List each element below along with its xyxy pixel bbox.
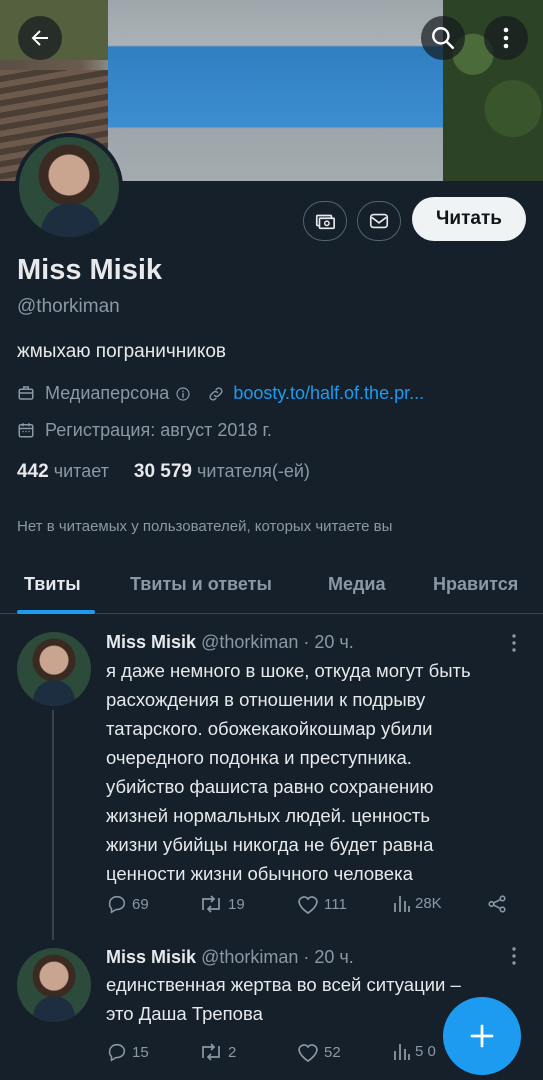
profile-category: Медиаперсона (45, 383, 170, 403)
tab-media[interactable]: Медиа (328, 574, 386, 595)
followers-count: 30 579 (133, 461, 193, 482)
tweet-header: Miss Misik @thorkiman · 20 ч. (106, 947, 354, 968)
thread-line (52, 710, 54, 940)
heart-icon (298, 1044, 318, 1063)
tweet-avatar[interactable] (17, 948, 91, 1022)
follow-button[interactable]: Читать (412, 197, 526, 241)
bar-chart-icon (394, 1044, 410, 1060)
followers-stat[interactable]: 30 579 читателя(-ей) (133, 461, 310, 482)
reply-button[interactable]: 69 (106, 893, 149, 915)
followed-by-text: Нет в читаемых у пользователей, которых … (17, 518, 393, 535)
tweet-line: очередного подонка и преступника. (106, 747, 412, 768)
bar-chart-icon (394, 896, 410, 912)
profile-meta-row: Медиаперсона boosty.to/half.of.the.pr... (17, 383, 424, 404)
tweet-meta: @thorkiman · 20 ч. (201, 632, 354, 652)
following-count: 442 (17, 461, 49, 482)
reply-button[interactable]: 15 (106, 1041, 149, 1063)
followers-label: читателя(-ей) (197, 461, 310, 481)
tweet-line: я даже немного в шоке, откуда могут быть (106, 660, 471, 681)
profile-bio: жмыхаю пограничников (17, 341, 227, 362)
tweet-line: убийство фашиста равно сохранению (106, 776, 434, 797)
profile-avatar[interactable] (15, 133, 123, 241)
calendar-icon (17, 421, 37, 441)
reply-count: 69 (132, 895, 149, 913)
info-icon[interactable] (175, 386, 191, 402)
profile-stats: 442 читает 30 579 читателя(-ей) (17, 461, 310, 483)
view-count: 28K (415, 894, 442, 912)
tweet-author-name[interactable]: Miss Misik (106, 947, 196, 967)
compose-tweet-button[interactable] (443, 997, 521, 1075)
back-button[interactable] (18, 16, 62, 60)
like-count: 52 (324, 1043, 341, 1061)
share-button[interactable] (486, 893, 512, 915)
tweet-line: ценности жизни обычного человека (106, 863, 413, 884)
reply-icon (108, 1043, 126, 1062)
plus-icon (470, 1024, 494, 1048)
retweet-button[interactable]: 19 (198, 893, 245, 915)
tweet-line: расхождения в отношении к подрыву (106, 689, 426, 710)
retweet-icon (202, 1043, 220, 1061)
tweet-line: жизни убийцы никогда не будет равна (106, 834, 434, 855)
profile-name: Miss Misik (17, 254, 163, 286)
tab-tweets[interactable]: Твиты (24, 574, 81, 595)
profile-joined: Регистрация: август 2018 г. (45, 420, 272, 440)
retweet-icon (202, 895, 220, 913)
tab-likes[interactable]: Нравится (433, 574, 518, 595)
share-icon (488, 895, 506, 913)
reply-icon (108, 895, 126, 914)
heart-icon (298, 896, 318, 915)
retweet-count: 19 (228, 895, 245, 913)
like-button[interactable]: 111 (296, 893, 347, 915)
active-tab-indicator (17, 610, 95, 614)
tweet-meta: @thorkiman · 20 ч. (201, 947, 354, 967)
briefcase-icon (17, 384, 37, 404)
search-button[interactable] (421, 16, 465, 60)
tab-tweets-replies[interactable]: Твиты и ответы (130, 574, 272, 595)
profile-handle: @thorkiman (17, 296, 120, 317)
retweet-count: 2 (228, 1043, 237, 1061)
profile-tabs: Твиты Твиты и ответы Медиа Нравится (0, 560, 543, 614)
more-vertical-icon[interactable] (508, 633, 520, 653)
tip-button[interactable] (303, 201, 347, 241)
tweet-text: я даже немного в шоке, откуда могут быть… (106, 656, 526, 888)
tweet-line: жизней нормальных людей. ценность (106, 805, 431, 826)
retweet-button[interactable]: 2 (198, 1041, 236, 1063)
tweet-header: Miss Misik @thorkiman · 20 ч. (106, 632, 354, 653)
view-count: 5 0 (415, 1042, 436, 1060)
following-label: читает (53, 461, 109, 481)
arrow-left-icon (31, 30, 48, 46)
like-count: 111 (324, 895, 347, 913)
following-stat[interactable]: 442 читает (17, 461, 109, 482)
views-button[interactable]: 28K (393, 893, 442, 913)
link-icon (207, 385, 225, 403)
more-options-button[interactable] (484, 16, 528, 60)
reply-count: 15 (132, 1043, 149, 1061)
profile-link[interactable]: boosty.to/half.of.the.pr... (233, 383, 424, 404)
tweet-avatar[interactable] (17, 632, 91, 706)
message-button[interactable] (357, 201, 401, 241)
more-vertical-icon (503, 27, 509, 49)
tweet-line: единственная жертва во всей ситуации – (106, 974, 461, 995)
tweet-author-name[interactable]: Miss Misik (106, 632, 196, 652)
like-button[interactable]: 52 (296, 1041, 341, 1063)
views-button[interactable]: 5 0 (393, 1041, 436, 1061)
profile-joined-row: Регистрация: август 2018 г. (17, 420, 272, 441)
tweet-line: татарского. обожекакойкошмар убили (106, 718, 433, 739)
envelope-icon (369, 213, 389, 229)
search-icon (432, 27, 455, 50)
more-vertical-icon[interactable] (508, 946, 520, 966)
money-icon (315, 214, 335, 230)
